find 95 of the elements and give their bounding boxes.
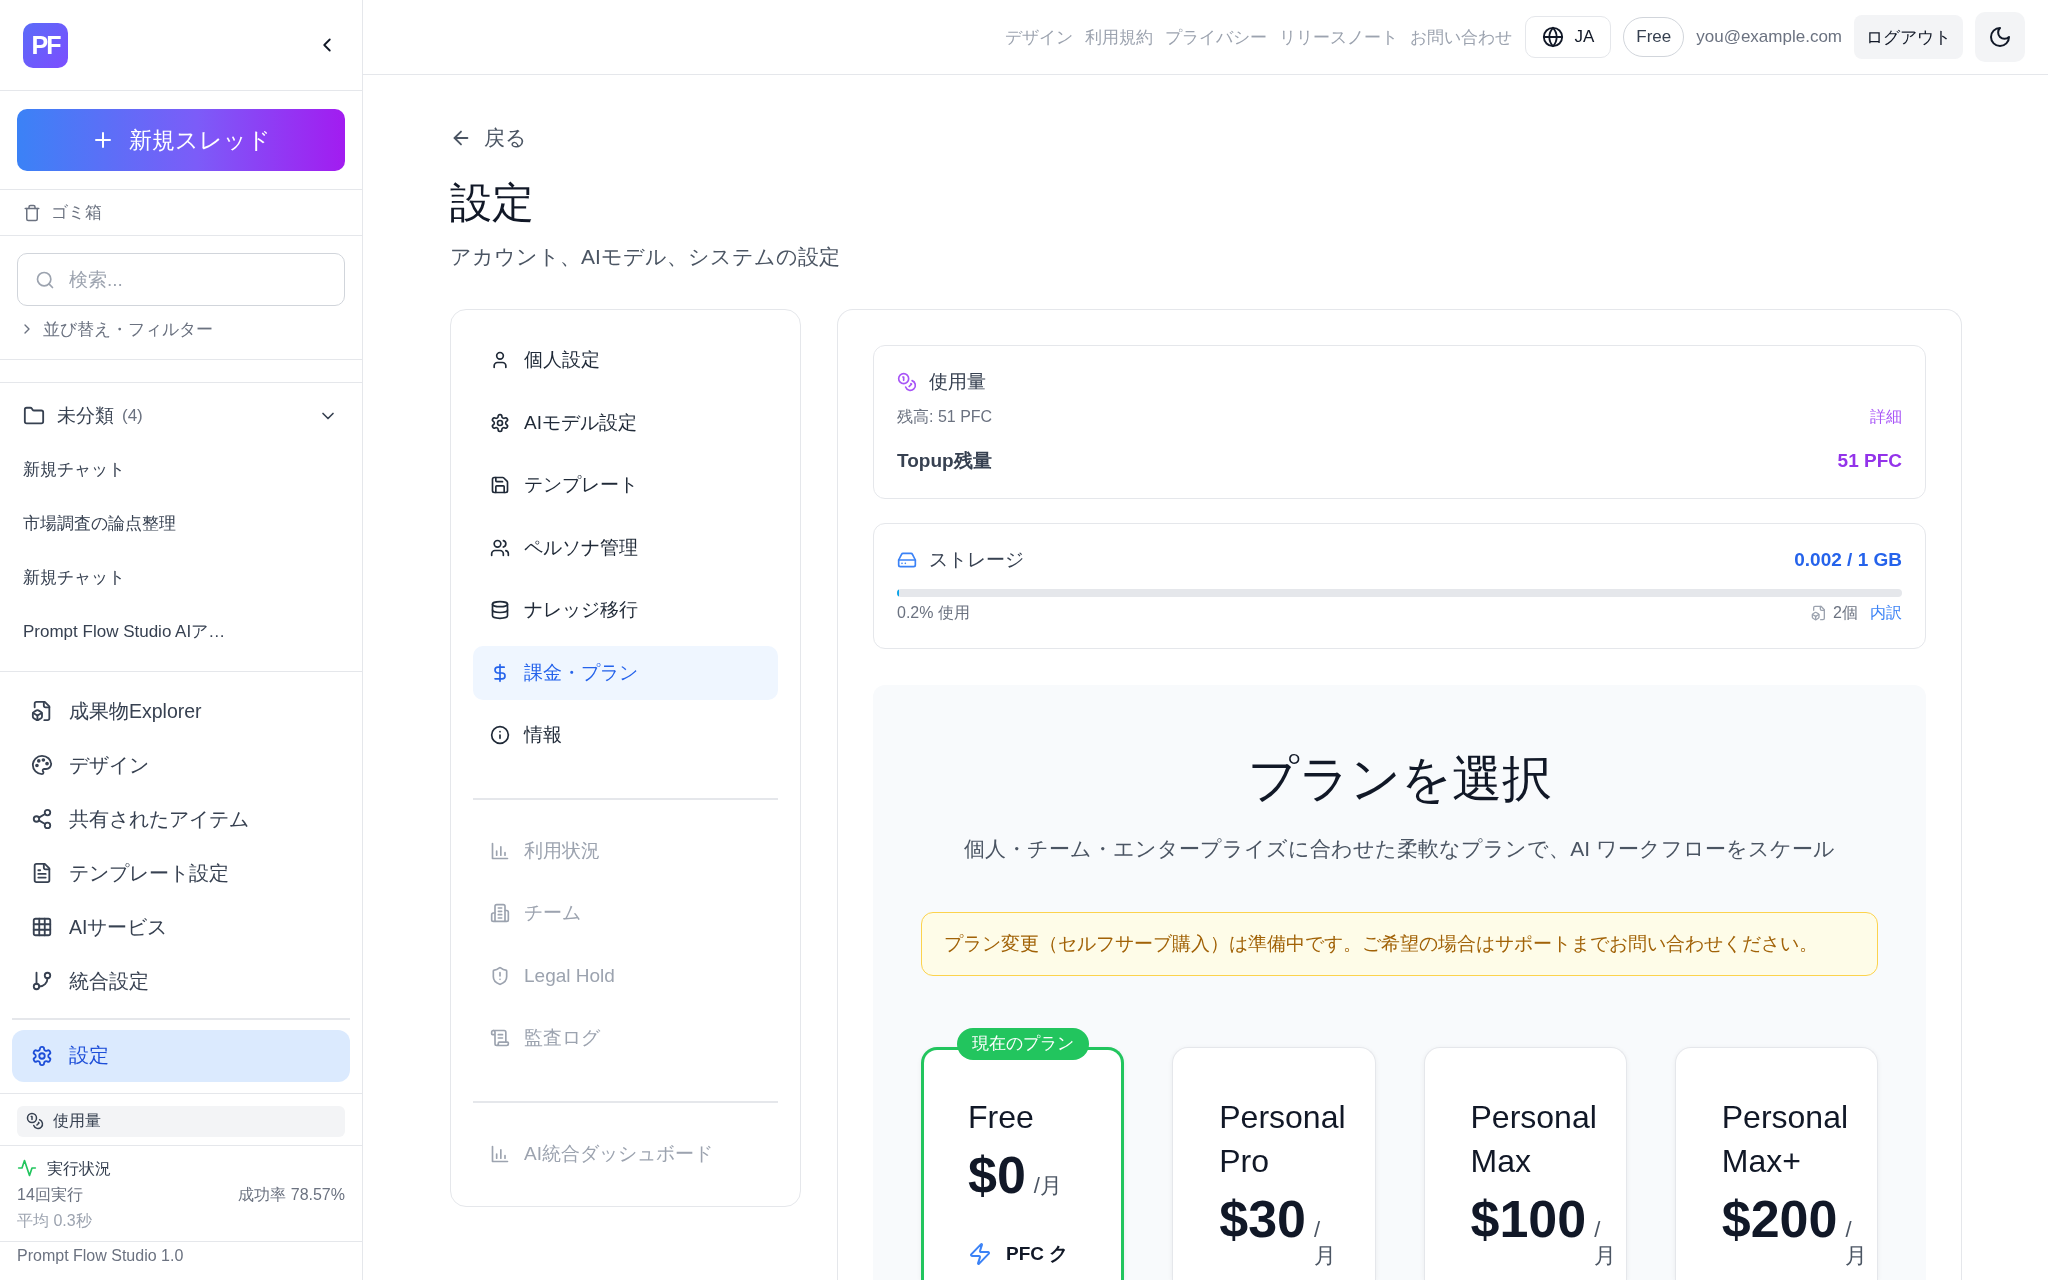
sort-filter-toggle[interactable]: 並び替え・フィルター <box>17 318 213 340</box>
storage-amount: 0.002 / 1 GB <box>1794 549 1902 571</box>
sidebar-item[interactable]: 共有されたアイテム <box>12 792 350 846</box>
plan-price: $200 <box>1721 1191 1838 1247</box>
notice-banner: プラン変更（セルフサーブ購入）は準備中です。ご希望の場合はサポートまでお問い合わせください。 <box>921 912 1878 976</box>
plan-name: Free <box>968 1098 1035 1137</box>
user-email: you@example.com <box>1696 27 1842 47</box>
plans-subtitle: 個人・チーム・エンタープライズに合わせた柔軟なプランで、AI ワークフローをスケール <box>964 836 1835 862</box>
page-subtitle: アカウント、AIモデル、システムの設定 <box>450 244 840 270</box>
settings-nav-item[interactable]: テンプレート <box>473 458 778 512</box>
sidebar-item[interactable]: 統合設定 <box>12 954 350 1008</box>
storage-used-text: 0.2% 使用 <box>897 603 970 623</box>
storage-title: ストレージ <box>929 548 1024 572</box>
details-link[interactable]: 詳細 <box>1870 406 1902 428</box>
app-version: Prompt Flow Studio 1.0 <box>17 1246 184 1264</box>
language-button[interactable]: JA <box>1525 16 1612 58</box>
palette-icon <box>31 754 53 776</box>
topup-label: Topup残量 <box>897 449 992 473</box>
plan-period: /月 <box>1033 1173 1062 1199</box>
chat-item[interactable]: 新規チャット <box>0 442 362 496</box>
plan-name: Personal Max <box>1470 1098 1598 1181</box>
average-time: 平均 0.3秒 <box>17 1210 92 1231</box>
sidebar-item[interactable]: 設定 <box>12 1029 350 1082</box>
sidebar-item[interactable]: AIサービス <box>12 900 350 954</box>
settings-nav-item[interactable]: AIモデル設定 <box>473 395 778 450</box>
grid-icon <box>31 916 53 938</box>
plan-price: $0 <box>968 1147 1026 1203</box>
plan-card[interactable]: Personal Max $100/月 <box>1423 1047 1627 1280</box>
user-icon <box>490 350 510 370</box>
file-cube-icon <box>31 700 53 722</box>
plan-period: /月 <box>1845 1217 1868 1269</box>
folder-header[interactable]: 未分類 (4) <box>0 396 362 436</box>
share-icon <box>31 808 53 830</box>
coins-icon <box>26 1112 44 1130</box>
plan-card[interactable]: Personal Pro $30/月 <box>1172 1047 1376 1280</box>
scroll-icon <box>490 1028 510 1048</box>
chat-item[interactable]: Prompt Flow Studio AIア… <box>0 604 362 658</box>
hard-drive-icon <box>897 550 917 570</box>
file-count: 2個 <box>1833 603 1858 623</box>
coins-icon <box>897 372 917 392</box>
gear-icon <box>31 1044 53 1067</box>
folder-icon <box>23 405 45 427</box>
usage-title: 使用量 <box>929 370 986 394</box>
document-icon <box>31 862 53 884</box>
trash-icon <box>23 203 41 222</box>
logout-button[interactable]: ログアウト <box>1854 15 1963 59</box>
plan-card[interactable]: Personal Max+ $200/月 <box>1674 1047 1878 1280</box>
sidebar-item[interactable]: テンプレート設定 <box>12 846 350 900</box>
plan-period: /月 <box>1314 1217 1336 1269</box>
pulse-icon <box>17 1158 37 1178</box>
settings-nav-item[interactable]: 課金・プラン <box>473 645 778 700</box>
gear-icon <box>490 412 510 433</box>
globe-icon <box>1542 26 1565 48</box>
plan-feature: PFC ク <box>1006 1242 1069 1266</box>
settings-nav-item[interactable]: ナレッジ移行 <box>473 583 778 637</box>
search-icon <box>35 269 55 290</box>
plan-price: $30 <box>1219 1191 1306 1247</box>
sidebar-item[interactable]: デザイン <box>12 738 350 792</box>
new-thread-button[interactable]: 新規スレッド <box>17 109 345 171</box>
back-link[interactable]: 戻る <box>450 125 527 151</box>
topup-value: 51 PFC <box>1837 449 1902 473</box>
settings-nav-item[interactable]: ペルソナ管理 <box>473 520 778 575</box>
info-icon <box>490 725 510 745</box>
success-rate: 成功率 78.57% <box>238 1184 345 1205</box>
usage-button[interactable]: 使用量 <box>17 1105 345 1137</box>
sidebar-item[interactable]: 成果物Explorer <box>12 684 350 738</box>
current-plan-badge: 現在のプラン <box>956 1028 1089 1060</box>
moon-icon <box>1988 25 2012 49</box>
bar-chart-icon <box>490 1143 510 1164</box>
shield-icon <box>490 965 510 986</box>
theme-toggle-button[interactable] <box>1975 12 2025 62</box>
run-count: 14回実行 <box>17 1184 83 1205</box>
chat-item[interactable]: 市場調査の論点整理 <box>0 496 362 550</box>
users-icon <box>490 537 510 558</box>
chat-item[interactable]: 新規チャット <box>0 550 362 604</box>
run-status-title: 実行状況 <box>47 1158 111 1179</box>
plan-name: Personal Max+ <box>1721 1098 1850 1181</box>
file-cube-icon <box>1811 605 1828 621</box>
breakdown-link[interactable]: 内訳 <box>1870 602 1902 624</box>
balance-text: 残高: 51 PFC <box>897 407 993 427</box>
bar-chart-icon <box>490 840 510 861</box>
app-logo: PF <box>23 22 68 68</box>
plan-price: $100 <box>1470 1191 1587 1247</box>
settings-nav-item[interactable]: 個人設定 <box>473 333 778 387</box>
plan-period: /月 <box>1594 1217 1617 1269</box>
building-icon <box>490 903 510 923</box>
branch-icon <box>31 970 53 992</box>
trash-button[interactable]: ゴミ箱 <box>0 190 362 236</box>
plan-name: Personal Pro <box>1219 1098 1347 1181</box>
settings-nav-item[interactable]: 情報 <box>473 708 778 762</box>
database-icon <box>490 600 510 620</box>
plans-title: プランを選択 <box>1247 750 1552 809</box>
page-title: 設定 <box>450 178 534 228</box>
lightning-icon <box>968 1242 992 1266</box>
search-field[interactable]: 検索... <box>17 253 345 306</box>
